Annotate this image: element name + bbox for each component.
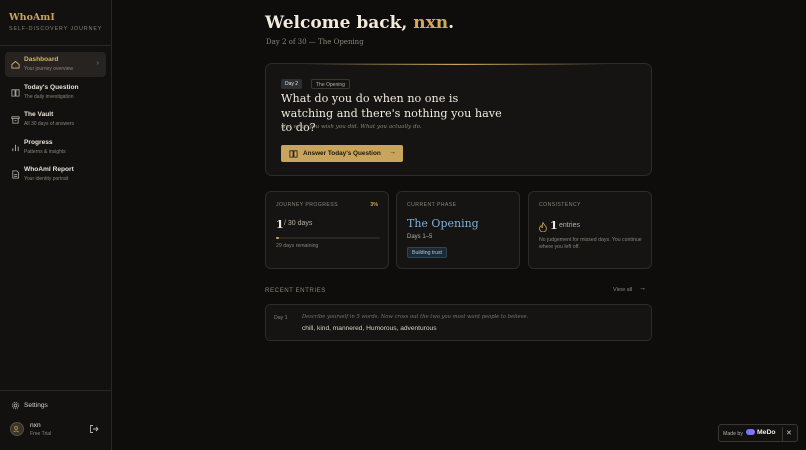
consistency-note: No judgement for missed days. You contin… — [539, 237, 642, 250]
made-by-label: Made by — [723, 431, 743, 437]
progress-bar — [276, 237, 380, 239]
book-icon — [289, 150, 298, 158]
page-title: Welcome back, nxn. — [265, 13, 454, 33]
medo-logo: MeDo — [746, 429, 776, 436]
user-icon — [13, 425, 20, 433]
day-chip: Day 2 — [281, 79, 303, 89]
phase-badge: Building trust — [407, 247, 447, 258]
brand: WhoAmI SELF-DISCOVERY JOURNEY — [9, 12, 102, 32]
user-name: nxn — [30, 422, 41, 429]
progress-current-day: 1 — [276, 218, 284, 231]
bar-chart-icon — [12, 144, 19, 152]
user-plan: Free Trial — [30, 431, 52, 437]
welcome-prefix: Welcome back, — [265, 13, 408, 33]
entry-day: Day 1 — [274, 315, 288, 321]
settings-label: Settings — [24, 402, 48, 409]
sidebar: WhoAmI SELF-DISCOVERY JOURNEY Dashboard … — [0, 0, 112, 450]
progress-percent: 3% — [370, 202, 378, 208]
answer-button-label: Answer Today's Question — [303, 150, 381, 157]
welcome-user-name: nxn — [413, 13, 449, 33]
made-by-badge[interactable]: Made by MeDo ✕ — [718, 424, 798, 442]
settings-button[interactable]: Settings — [5, 398, 106, 414]
list-item[interactable]: Day 1 Describe yourself in 5 words. Now … — [265, 304, 652, 341]
day-subtitle: Day 2 of 30 — The Opening — [266, 38, 364, 46]
phase-chip: The Opening — [311, 79, 350, 89]
card-heading: JOURNEY PROGRESS — [276, 202, 338, 208]
sidebar-item-sublabel: Your journey overview — [24, 66, 74, 72]
brand-subtitle: SELF-DISCOVERY JOURNEY — [9, 26, 103, 32]
arrow-right-icon[interactable]: → — [639, 285, 646, 292]
current-phase-card: CURRENT PHASE The Opening Days 1–5 Build… — [396, 191, 520, 269]
flame-icon — [539, 222, 547, 232]
question-card: Day 2 The Opening What do you do when no… — [265, 63, 652, 176]
sidebar-item-label: The Vault — [24, 111, 54, 118]
gear-icon — [11, 401, 20, 410]
entries-unit: entries — [559, 222, 581, 229]
sidebar-item-sublabel: Patterns & insights — [24, 149, 66, 155]
card-heading: CURRENT PHASE — [407, 202, 457, 208]
medo-logo-icon — [746, 429, 755, 436]
sidebar-item-dashboard[interactable]: Dashboard Your journey overview › — [5, 52, 106, 77]
days-remaining: 29 days remaining — [276, 243, 319, 249]
sidebar-item-label: Progress — [24, 139, 53, 146]
sidebar-item-whoami-report[interactable]: WhoAmI Report Your identity portrait — [5, 162, 106, 187]
entries-count: 1 — [550, 219, 558, 232]
question-hint: Not what you wish you did. What you actu… — [281, 124, 422, 130]
sidebar-item-sublabel: Your identity portrait — [24, 176, 69, 182]
progress-total: / 30 days — [284, 220, 313, 227]
phase-name: The Opening — [407, 217, 479, 230]
book-icon — [11, 89, 20, 97]
sidebar-item-label: Today's Question — [24, 84, 79, 91]
arrow-right-icon: → — [389, 149, 396, 156]
entry-answer: chill, kind, mannered, Humorous, adventu… — [302, 325, 437, 332]
journey-progress-card: JOURNEY PROGRESS 3% 1 / 30 days 29 days … — [265, 191, 389, 269]
sidebar-item-label: WhoAmI Report — [24, 166, 74, 173]
avatar[interactable] — [10, 422, 24, 436]
consistency-card: CONSISTENCY 1 entries No judgement for m… — [528, 191, 652, 269]
accent-line — [306, 64, 606, 65]
document-icon — [12, 170, 20, 179]
sidebar-item-the-vault[interactable]: The Vault All 30 days of answers — [5, 107, 106, 132]
recent-entries-heading: RECENT ENTRIES — [265, 287, 326, 294]
divider — [782, 427, 783, 441]
view-all-link[interactable]: View all — [613, 287, 632, 293]
progress-bar-fill — [276, 237, 280, 239]
brand-title: WhoAmI — [9, 12, 55, 23]
archive-icon — [11, 116, 20, 124]
sidebar-item-label: Dashboard — [24, 56, 59, 63]
sidebar-item-progress[interactable]: Progress Patterns & insights — [5, 135, 106, 160]
sidebar-item-todays-question[interactable]: Today's Question The daily investigation — [5, 80, 106, 105]
entry-prompt: Describe yourself in 5 words. Now cross … — [302, 314, 529, 320]
welcome-suffix: . — [448, 13, 455, 33]
home-icon — [11, 60, 20, 69]
sidebar-item-sublabel: The daily investigation — [24, 94, 74, 100]
sidebar-item-sublabel: All 30 days of answers — [24, 121, 75, 127]
close-icon[interactable]: ✕ — [786, 429, 792, 437]
phase-days: Days 1–5 — [407, 234, 433, 240]
answer-question-button[interactable]: Answer Today's Question → — [281, 145, 403, 162]
chevron-right-icon: › — [96, 60, 99, 67]
logout-icon[interactable] — [89, 424, 99, 434]
medo-logo-text: MeDo — [757, 429, 776, 436]
divider — [0, 45, 111, 46]
card-heading: CONSISTENCY — [539, 202, 581, 208]
divider — [0, 390, 111, 391]
